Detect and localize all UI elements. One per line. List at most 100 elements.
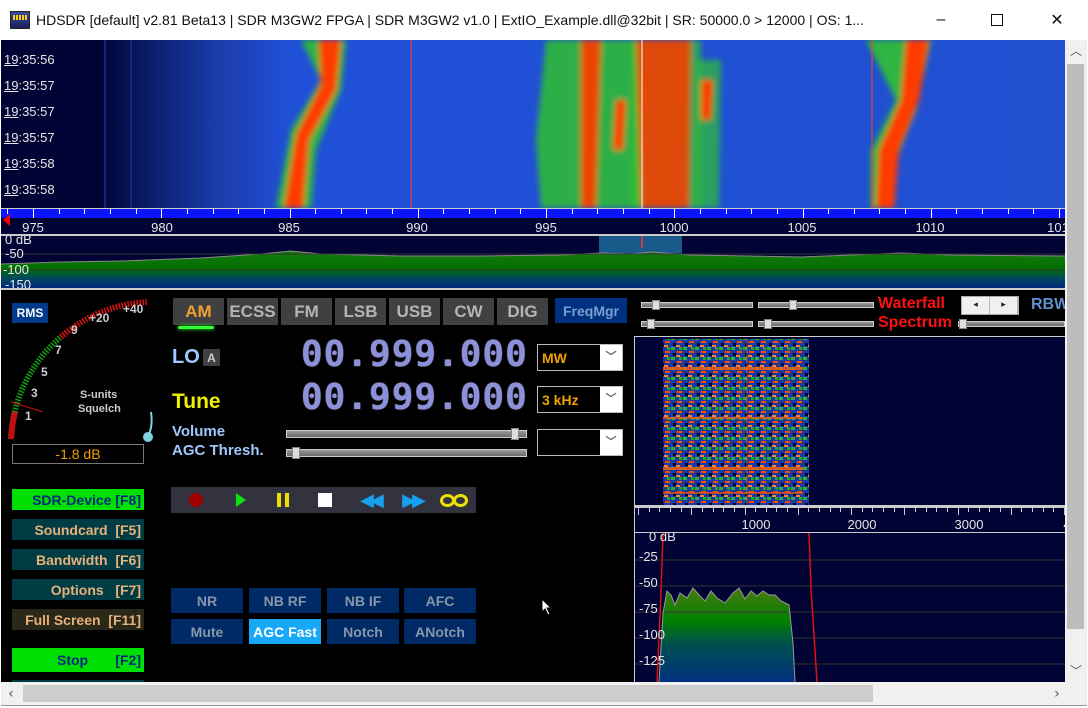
rbw-spinner[interactable]: ◂ ▸ bbox=[961, 296, 1019, 315]
horizontal-scroll-thumb[interactable] bbox=[23, 685, 873, 702]
anotch-button[interactable]: ANotch bbox=[404, 619, 476, 644]
mode-cw-button[interactable]: CW bbox=[443, 298, 494, 325]
tune-label: Tune bbox=[172, 390, 221, 413]
mute-button[interactable]: Mute bbox=[171, 619, 243, 644]
lo-frequency-display[interactable]: 00.999.000 bbox=[301, 334, 528, 375]
af-freq-tick bbox=[680, 508, 682, 512]
spectrum-db-label: -50 bbox=[5, 246, 24, 261]
agc-thresh-slider[interactable] bbox=[286, 447, 527, 459]
pause-icon bbox=[277, 493, 289, 507]
af-spectrum[interactable]: 0 dB -25 -50 -75 -100 -125 bbox=[634, 533, 1065, 682]
tune-left-arrow-icon[interactable] bbox=[3, 214, 10, 226]
mode-dig-button[interactable]: DIG bbox=[497, 298, 548, 325]
loop-button[interactable] bbox=[437, 487, 471, 513]
minimize-button[interactable]: – bbox=[918, 0, 964, 40]
af-freq-tick bbox=[1053, 508, 1055, 512]
soundcard-button[interactable]: Soundcard [F5] bbox=[12, 519, 144, 540]
mode-am-button[interactable]: AM bbox=[173, 298, 224, 325]
freq-tick bbox=[238, 209, 240, 214]
band-select[interactable]: MW ﹀ bbox=[537, 344, 623, 371]
tune-frequency-display[interactable]: 00.999.000 bbox=[301, 377, 528, 418]
spin-right-icon[interactable]: ▸ bbox=[990, 297, 1018, 314]
mode-fm-button[interactable]: FM bbox=[281, 298, 332, 325]
misc-select[interactable]: ﹀ bbox=[537, 429, 623, 456]
af-freq-tick bbox=[840, 508, 842, 512]
nr-button[interactable]: NR bbox=[171, 588, 243, 613]
rbw-slider[interactable] bbox=[958, 319, 1065, 329]
rewind-icon: ◀◀ bbox=[360, 489, 384, 511]
af-freq-tick bbox=[648, 508, 650, 512]
band-select-value: MW bbox=[542, 350, 567, 366]
lo-a-button[interactable]: A bbox=[203, 349, 220, 366]
play-button[interactable] bbox=[231, 487, 251, 513]
stop-button[interactable]: Stop [F2] bbox=[12, 648, 144, 672]
spin-left-icon[interactable]: ◂ bbox=[962, 297, 990, 314]
af-db-label: -100 bbox=[639, 627, 666, 642]
horizontal-scrollbar[interactable]: ‹ › bbox=[1, 682, 1087, 706]
freq-tick bbox=[751, 209, 753, 214]
fast-forward-button[interactable]: ▶▶ bbox=[399, 487, 426, 513]
options-button[interactable]: Options [F7] bbox=[12, 579, 144, 600]
freq-tick bbox=[622, 209, 624, 214]
volume-slider[interactable] bbox=[286, 428, 527, 440]
waterfall-contrast-slider[interactable] bbox=[758, 300, 874, 310]
maximize-button[interactable] bbox=[974, 0, 1020, 40]
scroll-left-icon[interactable]: ‹ bbox=[1, 682, 21, 706]
freq-tick bbox=[956, 209, 958, 214]
sdr-device-button[interactable]: SDR-Device [F8] bbox=[12, 489, 144, 510]
freq-tick bbox=[366, 209, 368, 214]
chevron-down-icon: ﹀ bbox=[600, 387, 622, 412]
nb-if-button[interactable]: NB IF bbox=[327, 588, 399, 613]
vertical-scrollbar[interactable]: ︿ ﹀ bbox=[1065, 40, 1087, 682]
af-freq-tick bbox=[712, 508, 714, 512]
active-mode-indicator bbox=[178, 326, 214, 329]
af-freq-label: 3000 bbox=[954, 517, 984, 532]
scroll-up-icon[interactable]: ︿ bbox=[1065, 40, 1087, 62]
volume-slider-knob[interactable] bbox=[510, 428, 519, 440]
bandwidth-button[interactable]: Bandwidth [F6] bbox=[12, 549, 144, 570]
scroll-right-icon[interactable]: › bbox=[1047, 682, 1067, 706]
rms-button[interactable]: RMS bbox=[12, 303, 48, 323]
notch-button[interactable]: Notch bbox=[327, 619, 399, 644]
afc-button[interactable]: AFC bbox=[404, 588, 476, 613]
agc-fast-button[interactable]: AGC Fast bbox=[249, 619, 321, 644]
slider-knob[interactable] bbox=[652, 300, 660, 310]
freq-tick bbox=[905, 209, 907, 214]
slider-knob[interactable] bbox=[789, 300, 797, 310]
bandwidth-select[interactable]: 3 kHz ﹀ bbox=[537, 386, 623, 413]
af-frequency-scale[interactable]: 1000 2000 3000 4 bbox=[634, 506, 1065, 533]
full-screen-button[interactable]: Full Screen [F11] bbox=[12, 609, 144, 630]
freq-tick bbox=[982, 209, 984, 214]
pause-button[interactable] bbox=[273, 487, 293, 513]
freq-tick bbox=[597, 209, 599, 214]
af-freq-label: 2000 bbox=[847, 517, 877, 532]
freqmgr-button[interactable]: FreqMgr bbox=[555, 298, 627, 323]
nb-rf-button[interactable]: NB RF bbox=[249, 588, 321, 613]
af-freq-tick bbox=[968, 508, 970, 512]
scroll-down-icon[interactable]: ﹀ bbox=[1065, 660, 1087, 682]
stop-playback-button[interactable] bbox=[315, 487, 335, 513]
slider-knob[interactable] bbox=[959, 319, 967, 329]
mode-ecss-button[interactable]: ECSS bbox=[227, 298, 278, 325]
af-waterfall[interactable] bbox=[634, 336, 1065, 506]
vertical-scroll-thumb[interactable] bbox=[1067, 64, 1084, 629]
slider-knob[interactable] bbox=[647, 319, 655, 329]
rf-frequency-scale[interactable]: 975 980 985 990 995 1000 1005 1010 101 bbox=[1, 208, 1065, 236]
mode-lsb-button[interactable]: LSB bbox=[335, 298, 386, 325]
record-button[interactable] bbox=[185, 487, 207, 513]
freq-tick bbox=[443, 209, 445, 214]
slider-knob[interactable] bbox=[764, 319, 772, 329]
rf-waterfall[interactable]: 19:35:56 19:35:57 19:35:57 19:35:57 19:3… bbox=[1, 40, 1065, 208]
af-spectrum-plot bbox=[635, 533, 1065, 682]
spectrum-contrast-slider[interactable] bbox=[758, 319, 874, 329]
rf-spectrum[interactable]: 0 dB -50 -100 -150 bbox=[1, 236, 1065, 290]
spectrum-speed-slider[interactable] bbox=[641, 319, 753, 329]
rewind-button[interactable]: ◀◀ bbox=[357, 487, 384, 513]
spectrum-label: Spectrum bbox=[878, 314, 952, 331]
mode-usb-button[interactable]: USB bbox=[389, 298, 440, 325]
close-button[interactable]: ✕ bbox=[1034, 0, 1080, 40]
lo-label: LO bbox=[172, 346, 200, 368]
freq-label: 975 bbox=[22, 220, 44, 235]
waterfall-speed-slider[interactable] bbox=[641, 300, 753, 310]
agc-thresh-slider-knob[interactable] bbox=[291, 447, 300, 459]
